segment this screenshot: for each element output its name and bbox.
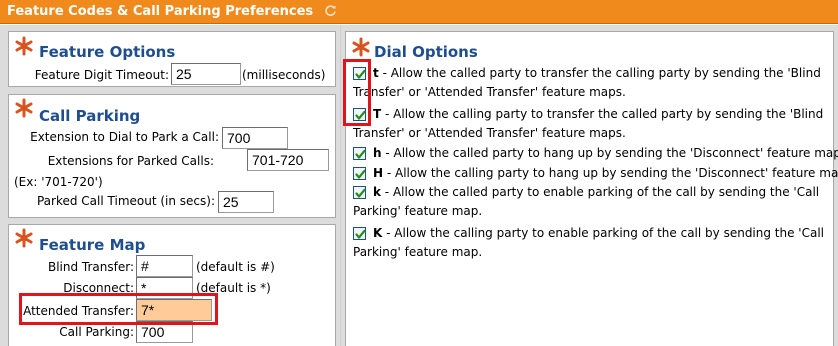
dial-option-text: t - Allow the called party to transfer t… (353, 64, 831, 83)
dial-option-description: - Allow the calling party to enable park… (382, 226, 825, 240)
dial-option-description: - Allow the calling party to hang up by … (383, 166, 838, 180)
dial-option-checkbox[interactable] (353, 186, 366, 199)
dial-option-text: k - Allow the called party to enable par… (353, 183, 831, 202)
star-icon (14, 228, 34, 251)
star-icon (14, 36, 34, 59)
parked-call-timeout-input[interactable]: 25 (218, 191, 274, 213)
blind-transfer-label: Blind Transfer: (47, 260, 134, 274)
parked-calls-example: (Ex: '701-720') (14, 175, 103, 189)
dial-option-key: k (373, 185, 381, 199)
dial-option-item: h - Allow the called party to hang up by… (353, 144, 838, 163)
checkbox-checked-icon (355, 169, 366, 179)
dial-option-item: k - Allow the called party to enable par… (353, 183, 831, 221)
dial-options-title: Dial Options (374, 43, 478, 61)
attended-transfer-highlight (19, 293, 218, 325)
dial-option-description: - Allow the called party to hang up by s… (381, 146, 838, 160)
park-extension-input[interactable]: 700 (222, 127, 288, 149)
dial-option-checkbox[interactable] (353, 147, 366, 160)
dial-option-description: - Allow the called party to enable parki… (380, 185, 820, 199)
checkbox-checked-icon (355, 188, 366, 198)
feature-digit-timeout-label: Feature Digit Timeout: (34, 68, 169, 82)
transfer-checkboxes-highlight (343, 59, 371, 126)
feature-map-title: Feature Map (39, 236, 146, 254)
dial-option-item: K - Allow the calling party to enable pa… (353, 224, 831, 262)
dial-option-item: H - Allow the calling party to hang up b… (353, 164, 838, 183)
dial-option-checkbox[interactable] (353, 227, 366, 240)
call-parking-title: Call Parking (39, 107, 141, 125)
page-title: Feature Codes & Call Parking Preferences (7, 4, 314, 19)
parked-calls-input[interactable]: 701-720 (247, 149, 329, 171)
dial-option-key: T (373, 107, 382, 121)
dial-option-text: T - Allow the calling party to transfer … (353, 105, 831, 124)
dial-option-text: H - Allow the calling party to hang up b… (353, 164, 838, 183)
star-icon (14, 98, 34, 121)
dial-option-text: K - Allow the calling party to enable pa… (353, 224, 831, 243)
dial-option-description-cont: Parking' feature map. (353, 245, 483, 259)
refresh-icon[interactable] (324, 2, 337, 26)
parked-call-timeout-label: Parked Call Timeout (in secs): (36, 194, 215, 208)
feature-options-title: Feature Options (39, 43, 176, 61)
call-parking-code-label: Call Parking: (59, 325, 134, 339)
dial-option-checkbox[interactable] (353, 167, 366, 180)
page-header: Feature Codes & Call Parking Preferences (0, 0, 838, 24)
dial-option-item: T - Allow the calling party to transfer … (353, 105, 831, 143)
feature-options-panel: Feature Options Feature Digit Timeout: 2… (8, 31, 336, 87)
checkbox-checked-icon (355, 149, 366, 159)
park-extension-label: Extension to Dial to Park a Call: (30, 130, 219, 144)
dial-option-description: - Allow the called party to transfer the… (378, 66, 821, 80)
checkbox-checked-icon (355, 229, 366, 239)
feature-map-panel: Feature Map Blind Transfer: # (default i… (8, 224, 336, 346)
feature-digit-timeout-input[interactable]: 25 (171, 63, 241, 85)
dial-option-key: H (373, 166, 384, 180)
blind-transfer-default: (default is #) (196, 260, 275, 274)
parked-calls-label: Extensions for Parked Calls: (47, 154, 214, 168)
star-icon (351, 37, 371, 60)
dial-option-item: t - Allow the called party to transfer t… (353, 64, 831, 102)
dial-option-text: h - Allow the called party to hang up by… (353, 144, 838, 163)
dial-option-description-cont: Parking' feature map. (353, 204, 483, 218)
dial-option-key: K (373, 226, 383, 240)
dial-option-key: h (373, 146, 382, 160)
call-parking-panel: Call Parking Extension to Dial to Park a… (8, 94, 336, 218)
dial-options-panel: Dial Options t - Allow the called party … (345, 31, 838, 346)
dial-option-description-cont: Transfer' or 'Attended Transfer' feature… (353, 126, 626, 140)
blind-transfer-input[interactable]: # (136, 255, 193, 277)
dial-option-description-cont: Transfer' or 'Attended Transfer' feature… (353, 85, 626, 99)
dial-option-description: - Allow the calling party to transfer th… (381, 107, 824, 121)
feature-digit-timeout-unit: (milliseconds) (242, 68, 326, 82)
